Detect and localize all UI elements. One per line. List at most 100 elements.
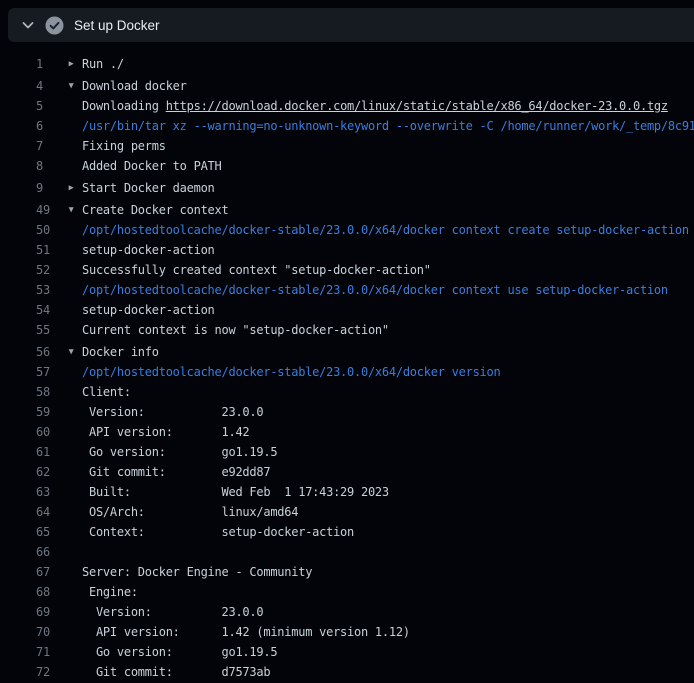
log-text: Added Docker to PATH [82,156,222,176]
log-group-line[interactable]: 49▼Create Docker context [0,200,694,220]
log-line: 54 setup-docker-action [0,300,694,320]
line-number[interactable]: 54 [36,300,60,320]
log-text: Go version: go1.19.5 [82,442,277,462]
line-number[interactable]: 57 [36,362,60,382]
log-line: 5 Downloading https://download.docker.com… [0,96,694,116]
log-text: Downloading https://download.docker.com/… [82,96,668,116]
line-number[interactable]: 68 [36,582,60,602]
group-title: Docker info [82,342,159,362]
log-text: Version: 23.0.0 [82,402,263,422]
line-number[interactable]: 59 [36,402,60,422]
line-number[interactable]: 4 [36,76,60,96]
log-line: 70 API version: 1.42 (minimum version 1.… [0,622,694,642]
log-line: 7 Fixing perms [0,136,694,156]
line-number[interactable]: 61 [36,442,60,462]
line-number[interactable]: 60 [36,422,60,442]
log-text: Git commit: d7573ab [82,662,270,682]
caret-down-icon[interactable]: ▼ [60,76,82,96]
check-circle-icon [45,16,64,35]
log-text: Fixing perms [82,136,166,156]
group-title: Run ./ [82,54,124,74]
line-number[interactable]: 70 [36,622,60,642]
command-text: /usr/bin/tar xz --warning=no-unknown-key… [82,116,694,136]
step-header[interactable]: Set up Docker [8,8,694,42]
log-text: Go version: go1.19.5 [82,642,277,662]
log-text: Engine: [82,582,138,602]
log-line: 62 Git commit: e92dd87 [0,462,694,482]
line-number[interactable]: 58 [36,382,60,402]
log-line: 61 Go version: go1.19.5 [0,442,694,462]
group-title: Start Docker daemon [82,178,215,198]
line-number[interactable]: 66 [36,542,60,562]
step-title: Set up Docker [74,18,160,33]
log-line: 65 Context: setup-docker-action [0,522,694,542]
log-text: setup-docker-action [82,240,215,260]
log-group-line[interactable]: 9▶Start Docker daemon [0,178,694,198]
log-line: 50/opt/hostedtoolcache/docker-stable/23.… [0,220,694,240]
log-text: Current context is now "setup-docker-act… [82,320,389,340]
line-number[interactable]: 6 [36,116,60,136]
log-line: 67 Server: Docker Engine - Community [0,562,694,582]
log-line: 66 [0,542,694,562]
line-number[interactable]: 52 [36,260,60,280]
caret-down-icon[interactable]: ▼ [60,342,82,362]
log-text: Server: Docker Engine - Community [82,562,312,582]
log-text: Downloading [82,99,166,113]
line-number[interactable]: 8 [36,156,60,176]
line-number[interactable]: 7 [36,136,60,156]
log-container: 1▶Run ./4▼Download docker5Downloading ht… [0,42,694,683]
command-text: /opt/hostedtoolcache/docker-stable/23.0.… [82,280,668,300]
line-number[interactable]: 63 [36,482,60,502]
caret-right-icon[interactable]: ▶ [60,54,82,74]
log-text: Successfully created context "setup-dock… [82,260,431,280]
line-number[interactable]: 53 [36,280,60,300]
log-text: Version: 23.0.0 [82,602,263,622]
log-group-line[interactable]: 56▼Docker info [0,342,694,362]
line-number[interactable]: 64 [36,502,60,522]
log-line: 69 Version: 23.0.0 [0,602,694,622]
log-line: 6/usr/bin/tar xz --warning=no-unknown-ke… [0,116,694,136]
log-line: 68 Engine: [0,582,694,602]
line-number[interactable]: 5 [36,96,60,116]
caret-down-icon[interactable]: ▼ [60,200,82,220]
group-title: Download docker [82,76,187,96]
line-number[interactable]: 67 [36,562,60,582]
log-line: 55 Current context is now "setup-docker-a… [0,320,694,340]
log-line: 57/opt/hostedtoolcache/docker-stable/23.… [0,362,694,382]
line-number[interactable]: 1 [36,54,60,74]
log-text: Context: setup-docker-action [82,522,354,542]
log-text: API version: 1.42 (minimum version 1.12) [82,622,410,642]
download-url-link[interactable]: https://download.docker.com/linux/static… [166,99,668,113]
log-text: OS/Arch: linux/amd64 [82,502,298,522]
group-title: Create Docker context [82,200,228,220]
line-number[interactable]: 72 [36,662,60,682]
line-number[interactable]: 51 [36,240,60,260]
chevron-down-icon[interactable] [20,17,36,33]
log-group-line[interactable]: 4▼Download docker [0,76,694,96]
log-text: Built: Wed Feb 1 17:43:29 2023 [82,482,389,502]
log-line: 53/opt/hostedtoolcache/docker-stable/23.… [0,280,694,300]
line-number[interactable]: 49 [36,200,60,220]
line-number[interactable]: 62 [36,462,60,482]
line-number[interactable]: 50 [36,220,60,240]
log-line: 60 API version: 1.42 [0,422,694,442]
log-line: 72 Git commit: d7573ab [0,662,694,682]
line-number[interactable]: 55 [36,320,60,340]
log-line: 58Client: [0,382,694,402]
log-text: API version: 1.42 [82,422,249,442]
line-number[interactable]: 71 [36,642,60,662]
log-line: 52 Successfully created context "setup-do… [0,260,694,280]
log-group-line[interactable]: 1▶Run ./ [0,54,694,74]
log-line: 71 Go version: go1.19.5 [0,642,694,662]
log-lines: 1▶Run ./4▼Download docker5Downloading ht… [0,54,694,682]
command-text: /opt/hostedtoolcache/docker-stable/23.0.… [82,362,500,382]
line-number[interactable]: 65 [36,522,60,542]
caret-right-icon[interactable]: ▶ [60,178,82,198]
line-number[interactable]: 69 [36,602,60,622]
log-line: 64 OS/Arch: linux/amd64 [0,502,694,522]
log-text: setup-docker-action [82,300,215,320]
line-number[interactable]: 56 [36,342,60,362]
line-number[interactable]: 9 [36,178,60,198]
log-text: Git commit: e92dd87 [82,462,270,482]
log-line: 51 setup-docker-action [0,240,694,260]
